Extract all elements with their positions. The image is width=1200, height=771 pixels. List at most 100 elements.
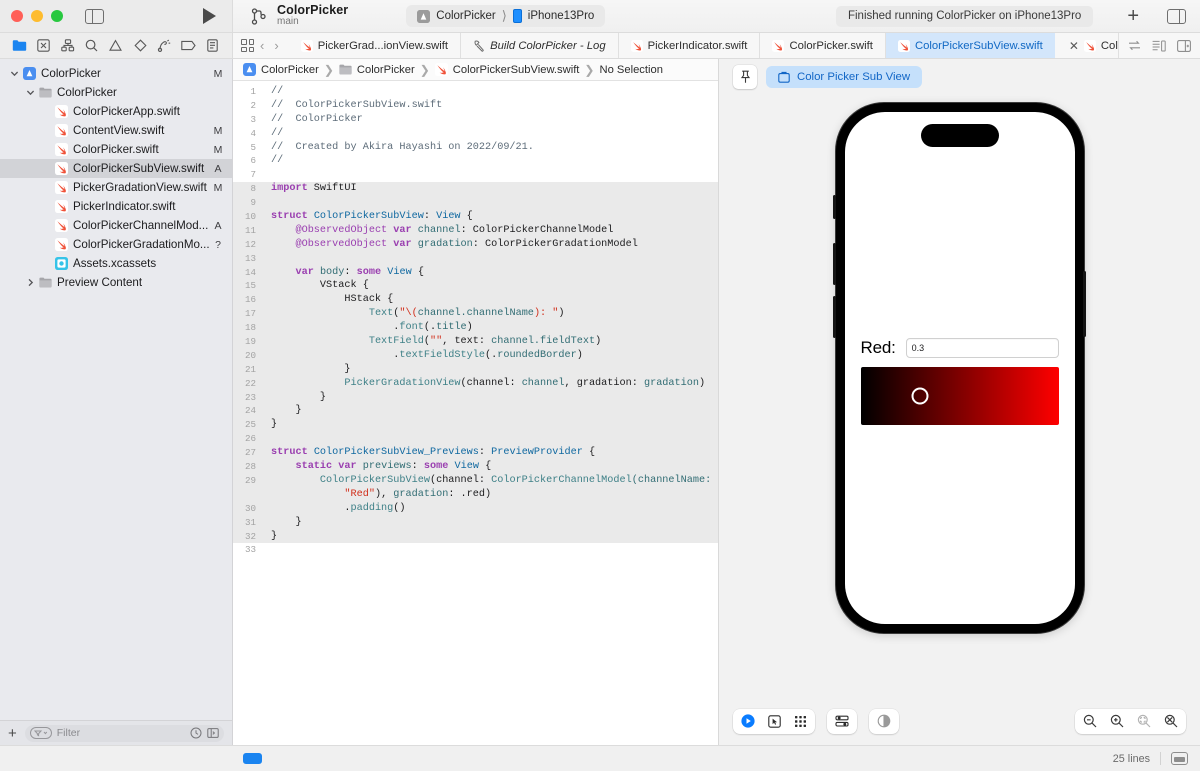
- toggle-inspector-icon[interactable]: [1167, 8, 1186, 24]
- navigator-row[interactable]: PickerIndicator.swift: [0, 197, 232, 216]
- navigator-row[interactable]: Preview Content: [0, 273, 232, 292]
- tab-0[interactable]: PickerGrad...ionView.swift: [289, 33, 462, 58]
- find-navigator-icon[interactable]: [84, 38, 99, 53]
- filter-field[interactable]: Filter: [24, 724, 224, 742]
- code-text[interactable]: // ColorPickerSubView.swift: [263, 99, 718, 113]
- navigator-row[interactable]: ColorPicker M: [0, 64, 232, 83]
- toggle-navigator-icon[interactable]: [85, 8, 104, 24]
- project-title-block[interactable]: ColorPicker main: [277, 3, 348, 28]
- related-items-icon[interactable]: [241, 39, 254, 52]
- minimize-button[interactable]: [31, 10, 43, 22]
- add-button[interactable]: +: [1127, 6, 1139, 26]
- breadcrumb-item[interactable]: No Selection: [599, 64, 662, 76]
- navigator-row[interactable]: ColorPicker: [0, 83, 232, 102]
- source-editor[interactable]: 1 // 2 // ColorPickerSubView.swift 3 // Color…: [233, 81, 718, 745]
- code-text[interactable]: }: [263, 404, 718, 418]
- code-text[interactable]: var body: some View {: [263, 266, 718, 280]
- zoom-to-actual-size-icon[interactable]: [1164, 714, 1178, 728]
- code-text[interactable]: // Created by Akira Hayashi on 2022/09/2…: [263, 141, 718, 155]
- code-text[interactable]: VStack {: [263, 279, 718, 293]
- disclosure-triangle-icon[interactable]: [8, 69, 20, 78]
- navigator-row[interactable]: ColorPicker.swift M: [0, 140, 232, 159]
- code-text[interactable]: }: [263, 391, 718, 405]
- code-text[interactable]: //: [263, 85, 718, 99]
- channel-textfield[interactable]: 0.3: [905, 338, 1059, 358]
- tab-4[interactable]: ColorPickerSubView.swift: [885, 33, 1055, 58]
- navigator-row[interactable]: ColorPickerApp.swift: [0, 102, 232, 121]
- run-button[interactable]: [203, 8, 216, 24]
- code-text[interactable]: import SwiftUI: [263, 182, 718, 196]
- code-text[interactable]: @ObservedObject var gradation: ColorPick…: [263, 238, 718, 252]
- debug-navigator-icon[interactable]: [157, 38, 172, 53]
- tab-3[interactable]: ColorPicker.swift: [760, 33, 886, 58]
- report-navigator-icon[interactable]: [205, 38, 220, 53]
- zoom-out-icon[interactable]: [1083, 714, 1097, 728]
- variants-preview-icon[interactable]: [793, 714, 807, 728]
- preview-selector[interactable]: Color Picker Sub View: [766, 66, 923, 88]
- zoom-to-fit-icon[interactable]: [1137, 714, 1151, 728]
- filter-funnel-icon[interactable]: [29, 727, 52, 739]
- close-button[interactable]: [11, 10, 23, 22]
- breadcrumb-item[interactable]: ColorPicker: [243, 63, 319, 76]
- code-text[interactable]: @ObservedObject var channel: ColorPicker…: [263, 224, 718, 238]
- breadcrumb-item[interactable]: ColorPicker: [339, 63, 415, 76]
- zoom-in-icon[interactable]: [1110, 714, 1124, 728]
- add-editor-icon[interactable]: [1177, 39, 1191, 52]
- code-text[interactable]: }: [263, 363, 718, 377]
- code-text[interactable]: // ColorPicker: [263, 113, 718, 127]
- code-text[interactable]: static var previews: some View {: [263, 460, 718, 474]
- scheme-destination-selector[interactable]: ColorPicker ⟩ iPhone13Pro: [406, 5, 606, 27]
- navigator-row[interactable]: PickerGradationView.swift M: [0, 178, 232, 197]
- code-review-icon[interactable]: [1128, 40, 1141, 51]
- forward-chevron-icon[interactable]: ›: [270, 38, 282, 53]
- status-chip[interactable]: [243, 753, 262, 764]
- navigator-row[interactable]: ColorPickerChannelMod... A: [0, 216, 232, 235]
- code-text[interactable]: struct ColorPickerSubView: View {: [263, 210, 718, 224]
- color-scheme-icon[interactable]: [877, 714, 891, 728]
- disclosure-triangle-icon[interactable]: [24, 278, 36, 287]
- gradation-view[interactable]: [860, 367, 1059, 425]
- selectable-preview-icon[interactable]: [767, 714, 781, 728]
- clock-icon[interactable]: [190, 727, 202, 739]
- tab-1[interactable]: Build ColorPicker - Log: [461, 33, 619, 58]
- pin-icon[interactable]: [733, 65, 757, 89]
- disclosure-triangle-icon[interactable]: [24, 88, 36, 97]
- minimap-toggle-icon[interactable]: [1171, 752, 1188, 765]
- code-text[interactable]: }: [263, 530, 718, 544]
- code-text[interactable]: struct ColorPickerSubView_Previews: Prev…: [263, 446, 718, 460]
- code-text[interactable]: PickerGradationView(channel: channel, gr…: [263, 377, 718, 391]
- code-text[interactable]: //: [263, 154, 718, 168]
- device-screen[interactable]: Red: 0.3: [844, 112, 1075, 624]
- navigator-row[interactable]: Assets.xcassets: [0, 254, 232, 273]
- code-text[interactable]: TextField("", text: channel.fieldText): [263, 335, 718, 349]
- add-file-button[interactable]: +: [8, 726, 17, 741]
- zoom-button[interactable]: [51, 10, 63, 22]
- code-text[interactable]: .padding(): [263, 502, 718, 516]
- source-control-filter-icon[interactable]: [207, 727, 219, 739]
- code-text[interactable]: }: [263, 418, 718, 432]
- code-text[interactable]: HStack {: [263, 293, 718, 307]
- play-live-preview-icon[interactable]: [741, 714, 755, 728]
- tab-5[interactable]: ✕ Color: [1055, 33, 1119, 58]
- code-text[interactable]: "Red"), gradation: .red): [263, 488, 718, 502]
- test-navigator-icon[interactable]: [133, 38, 148, 53]
- code-text[interactable]: Text("\(channel.channelName): "): [263, 307, 718, 321]
- code-text[interactable]: .font(.title): [263, 321, 718, 335]
- symbol-navigator-icon[interactable]: [60, 38, 75, 53]
- issue-navigator-icon[interactable]: [108, 38, 123, 53]
- picker-indicator[interactable]: [911, 387, 929, 405]
- close-icon[interactable]: ✕: [1069, 39, 1079, 53]
- project-navigator-icon[interactable]: [12, 38, 27, 53]
- source-control-navigator-icon[interactable]: [36, 38, 51, 53]
- device-settings-icon[interactable]: [835, 714, 849, 728]
- editor-options-icon[interactable]: [1152, 40, 1166, 52]
- navigator-row[interactable]: ColorPickerGradationMo...?: [0, 235, 232, 254]
- back-chevron-icon[interactable]: ‹: [256, 38, 268, 53]
- navigator-row[interactable]: ColorPickerSubView.swift A: [0, 159, 232, 178]
- navigator-row[interactable]: ContentView.swift M: [0, 121, 232, 140]
- breadcrumb-item[interactable]: ColorPickerSubView.swift: [434, 63, 579, 76]
- code-text[interactable]: }: [263, 516, 718, 530]
- code-text[interactable]: ColorPickerSubView(channel: ColorPickerC…: [263, 474, 718, 488]
- code-text[interactable]: //: [263, 127, 718, 141]
- code-text[interactable]: .textFieldStyle(.roundedBorder): [263, 349, 718, 363]
